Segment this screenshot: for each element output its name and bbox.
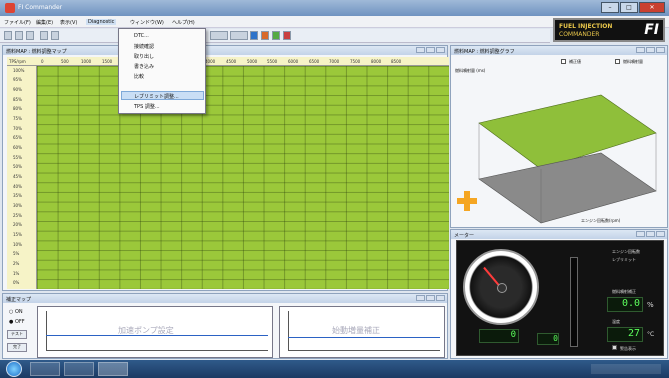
graph-icon[interactable]	[250, 31, 258, 40]
small-readout: 0	[537, 333, 559, 345]
done-button[interactable]: 完了	[7, 343, 27, 352]
fuel-correction-value: 0.0	[607, 297, 643, 312]
correction-title: 補正マップ	[3, 294, 447, 303]
menu-item-revlimit[interactable]: レブリミット調整...	[134, 93, 179, 100]
save-icon[interactable]	[26, 31, 34, 40]
rev-limit-label: レブリミット	[612, 257, 636, 262]
new-icon[interactable]	[4, 31, 12, 40]
panel-close-button[interactable]	[436, 295, 445, 301]
grid-cells[interactable]	[37, 66, 449, 289]
warning-label: 警告表示	[620, 346, 636, 351]
gauge-hub	[497, 283, 507, 293]
checkbox-correction[interactable]	[561, 59, 566, 64]
radio-on[interactable]: ○ ON	[9, 309, 23, 315]
minimize-button[interactable]: –	[601, 2, 619, 13]
rpm-readout: 0	[479, 329, 519, 343]
zoom-in-icon[interactable]	[230, 31, 248, 40]
fuel-map-panel: 燃料MAP : 燃料調整マップ TPS/rpm 0 500 1000 1500 …	[2, 45, 449, 291]
checkbox-injection[interactable]	[615, 59, 620, 64]
checkbox-injection-label: 燃料噴射量	[623, 59, 643, 64]
taskbar-app-folder[interactable]	[64, 362, 94, 376]
grid-header: TPS/rpm 0 500 1000 1500 2000 2500 3000 3…	[7, 57, 449, 66]
panel-close-button[interactable]	[436, 47, 445, 53]
checkbox-correction-label: 補正値	[569, 59, 581, 64]
maximize-button[interactable]: □	[620, 2, 638, 13]
meter-display: 0 0 エンジン回転数 レブリミット 燃料噴射補正 0.0 % 温度 27 °C…	[456, 240, 664, 356]
menu-help[interactable]: ヘルプ(H)	[172, 19, 195, 26]
window-title: FI Commander	[18, 4, 63, 11]
app-icon	[5, 3, 15, 13]
level-bar-gauge	[570, 257, 578, 347]
fuel-map-grid[interactable]: TPS/rpm 0 500 1000 1500 2000 2500 3000 3…	[7, 57, 449, 289]
accel-pump-label: 加速ポンプ設定	[118, 326, 174, 335]
taskbar-app-explorer[interactable]	[30, 362, 60, 376]
menu-diagnostic[interactable]: Diagnostic	[86, 19, 117, 25]
flag-icon[interactable]	[283, 31, 291, 40]
start-correction-label: 始動増量補正	[332, 326, 380, 335]
panel-min-button[interactable]	[416, 295, 425, 301]
panel-min-button[interactable]	[416, 47, 425, 53]
menu-item-compare[interactable]: 比較	[134, 73, 144, 80]
engine-rpm-label: エンジン回転数	[612, 249, 640, 254]
cut-icon[interactable]	[40, 31, 48, 40]
graph-title: 燃料MAP : 燃料調整グラフ	[451, 46, 667, 55]
graph-panel: 燃料MAP : 燃料調整グラフ 補正値 燃料噴射量 燃料噴射量 (ms) エンジ…	[450, 45, 668, 228]
radio-off[interactable]: ● OFF	[9, 319, 25, 325]
copy-icon[interactable]	[51, 31, 59, 40]
menu-file[interactable]: ファイル(F)	[4, 19, 31, 26]
panel-max-button[interactable]	[426, 295, 435, 301]
open-icon[interactable]	[15, 31, 23, 40]
menu-window[interactable]: ウィンドウ(W)	[130, 19, 164, 26]
fuel-correction-label: 燃料噴射補正	[612, 289, 636, 294]
temperature-unit: °C	[647, 331, 655, 338]
temperature-label: 温度	[612, 319, 620, 324]
system-tray	[591, 364, 661, 374]
grid-row-labels: 100% 95% 90% 85% 80% 75% 70% 65% 60% 55%…	[7, 66, 37, 289]
zoom-out-icon[interactable]	[210, 31, 228, 40]
fire-icon[interactable]	[261, 31, 269, 40]
start-correction-chart[interactable]: 始動増量補正	[279, 306, 445, 358]
graph-xlabel: エンジン回転数(rpm)	[581, 218, 621, 223]
panel-max-button[interactable]	[646, 231, 655, 237]
toolbar	[0, 29, 550, 43]
panel-max-button[interactable]	[426, 47, 435, 53]
app-window: FI Commander – □ ✕ ファイル(F) 編集(E) 表示(V) D…	[0, 0, 669, 360]
menu-item-dtc[interactable]: DTC...	[134, 33, 149, 39]
panel-min-button[interactable]	[636, 231, 645, 237]
graph-3d-surface[interactable]	[451, 71, 667, 227]
menu-item-tps[interactable]: TPS 調整...	[134, 103, 160, 110]
diagnostic-dropdown: DTC... 接続確認 取り出し 書き込み 比較 レブリミット調整... TPS…	[118, 28, 206, 114]
fuel-map-title: 燃料MAP : 燃料調整マップ	[3, 46, 447, 55]
taskbar	[0, 360, 669, 378]
menu-view[interactable]: 表示(V)	[60, 19, 77, 26]
title-bar: FI Commander – □ ✕	[0, 0, 669, 16]
meter-title: メーター	[451, 230, 667, 239]
close-button[interactable]: ✕	[639, 2, 665, 13]
correction-panel: 補正マップ ○ ON ● OFF テスト 完了 加速ポンプ設定 始動増量補正	[2, 293, 448, 359]
tachometer-gauge	[463, 249, 539, 325]
menu-item-write[interactable]: 書き込み	[134, 63, 154, 70]
leaf-icon[interactable]	[272, 31, 280, 40]
menu-edit[interactable]: 編集(E)	[36, 19, 53, 26]
start-button[interactable]	[6, 361, 22, 377]
panel-max-button[interactable]	[646, 47, 655, 53]
menu-item-read[interactable]: 取り出し	[134, 53, 154, 60]
panel-close-button[interactable]	[656, 231, 665, 237]
warning-checkbox[interactable]	[612, 345, 617, 350]
menu-item-connect[interactable]: 接続確認	[134, 43, 154, 50]
taskbar-app-ficommander[interactable]	[98, 362, 128, 376]
panel-min-button[interactable]	[636, 47, 645, 53]
panel-close-button[interactable]	[656, 47, 665, 53]
rotate-control-icon[interactable]	[457, 191, 477, 211]
temperature-value: 27	[607, 327, 643, 342]
test-button[interactable]: テスト	[7, 330, 27, 339]
accel-pump-chart[interactable]: 加速ポンプ設定	[37, 306, 273, 358]
fuel-unit: %	[647, 301, 654, 309]
brand-logo: FUEL INJECTION COMMANDER FI	[553, 18, 665, 42]
